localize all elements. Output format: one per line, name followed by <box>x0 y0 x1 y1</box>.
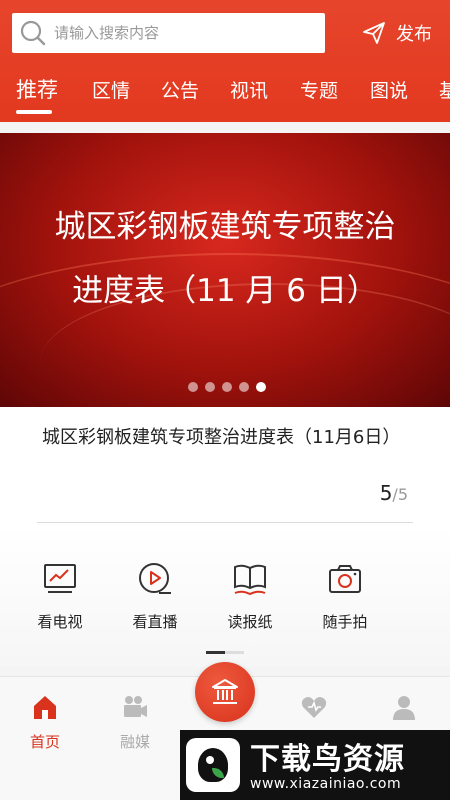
read-newspaper-label: 读报纸 <box>227 613 273 631</box>
video-camera-icon <box>124 696 147 717</box>
nav-home-label: 首页 <box>29 733 60 751</box>
nav-home[interactable]: 首页 <box>15 693 75 752</box>
government-building-icon <box>212 679 238 704</box>
tab-district[interactable]: 区情 <box>92 76 130 103</box>
nav-profile[interactable] <box>374 693 434 721</box>
tab-picture[interactable]: 图说 <box>370 76 408 103</box>
carousel-dots <box>188 382 266 392</box>
camera-icon <box>329 565 361 593</box>
government-services-button[interactable] <box>195 662 255 722</box>
watch-tv-label: 看电视 <box>37 613 83 631</box>
slide-current: 5 <box>379 481 393 505</box>
watermark-title: 下载鸟资源 <box>250 742 405 777</box>
nav-favorites[interactable] <box>284 693 344 721</box>
category-tabs: 推荐 区情 公告 视讯 专题 图说 基 <box>0 70 450 118</box>
read-newspaper-button[interactable]: 读报纸 <box>210 561 290 632</box>
tab-notice[interactable]: 公告 <box>161 76 199 103</box>
snap-photo-button[interactable]: 随手拍 <box>305 561 385 632</box>
active-tab-indicator <box>16 110 52 114</box>
quick-actions: 看电视 看直播 读报纸 随手拍 <box>0 527 450 667</box>
search-input[interactable] <box>54 24 294 42</box>
slide-total: /5 <box>392 485 408 504</box>
quick-actions-pager <box>206 651 244 654</box>
live-play-icon <box>139 563 171 594</box>
nav-media[interactable]: 融媒 <box>105 693 165 752</box>
user-icon <box>393 696 415 720</box>
bird-eye <box>206 756 214 764</box>
banner-carousel[interactable]: 城区彩钢板建筑专项整治 进度表（11 月 6 日） <box>0 133 450 407</box>
search-bar[interactable] <box>12 13 325 53</box>
newspaper-book-icon <box>234 564 266 596</box>
watermark-bird-logo <box>186 738 240 792</box>
snap-photo-label: 随手拍 <box>322 613 368 631</box>
publish-button[interactable]: 发布 <box>362 20 432 46</box>
slide-counter: 5/5 <box>380 481 408 505</box>
send-icon <box>363 22 385 44</box>
tv-icon <box>44 564 76 593</box>
pager-active-segment <box>206 651 225 654</box>
watermark-url: www.xiazainiao.com <box>250 776 402 792</box>
carousel-dot[interactable] <box>239 382 249 392</box>
publish-label: 发布 <box>396 24 432 45</box>
watch-live-label: 看直播 <box>132 613 178 631</box>
tab-video[interactable]: 视讯 <box>230 76 268 103</box>
tab-topic[interactable]: 专题 <box>300 76 338 103</box>
banner-title-line1: 城区彩钢板建筑专项整治 <box>54 209 396 245</box>
watch-tv-button[interactable]: 看电视 <box>20 561 100 632</box>
app-header: 发布 推荐 区情 公告 视讯 专题 图说 基 <box>0 0 450 122</box>
carousel-dot-active[interactable] <box>256 382 266 392</box>
article-caption[interactable]: 城区彩钢板建筑专项整治进度表（11月6日） 5/5 <box>0 407 450 527</box>
watch-live-button[interactable]: 看直播 <box>115 561 195 632</box>
carousel-dot[interactable] <box>188 382 198 392</box>
divider <box>37 522 413 523</box>
article-title[interactable]: 城区彩钢板建筑专项整治进度表（11月6日） <box>42 425 412 451</box>
nav-media-label: 融媒 <box>119 733 150 751</box>
watermark-overlay: 下载鸟资源 www.xiazainiao.com <box>180 730 450 800</box>
heart-icon <box>301 697 327 718</box>
tab-more[interactable]: 基 <box>439 76 450 103</box>
search-icon <box>20 20 46 46</box>
carousel-dot[interactable] <box>205 382 215 392</box>
banner-title-line2: 进度表（11 月 6 日） <box>72 273 378 309</box>
home-icon <box>34 696 56 719</box>
tab-recommend[interactable]: 推荐 <box>16 74 58 104</box>
carousel-dot[interactable] <box>222 382 232 392</box>
